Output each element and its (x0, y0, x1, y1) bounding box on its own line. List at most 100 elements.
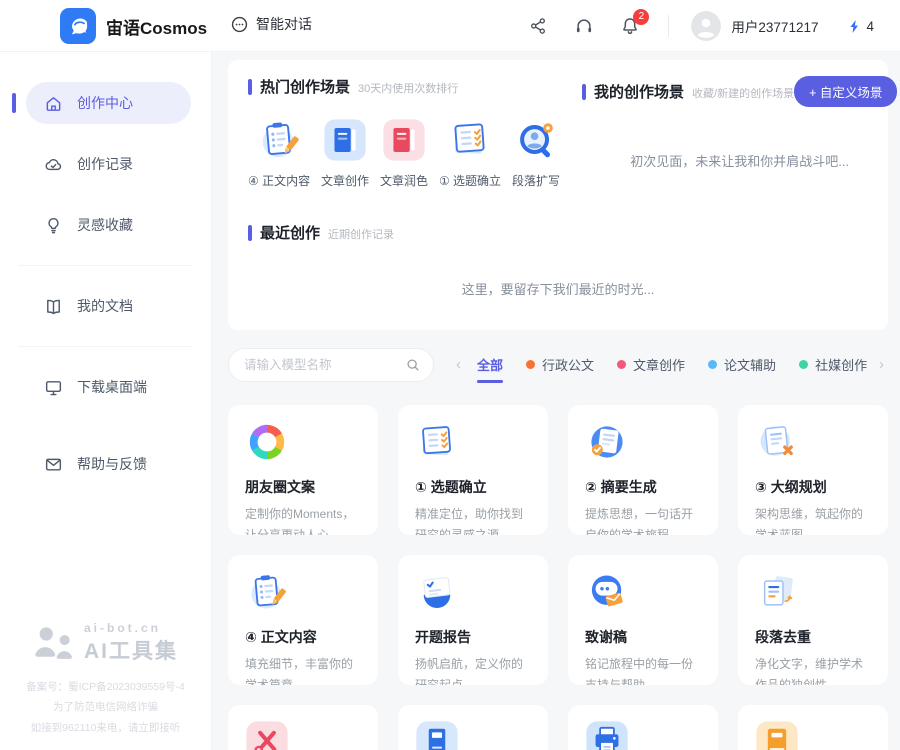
sidebar-item-label: 下载桌面端 (77, 377, 147, 397)
hot-scene-body-content[interactable]: ④ 正文内容 (248, 117, 310, 189)
model-card-grid: 朋友圈文案 定制你的Moments，让分享更动人心 ① 选题确立 精准定位，助你… (228, 405, 888, 750)
ai-toolset-logo-icon (33, 625, 75, 661)
clipboard-pencil-icon (256, 117, 302, 163)
tab-thesis-assist[interactable]: 论文辅助 (708, 346, 776, 383)
thanks-bubble-icon (585, 570, 629, 614)
sidebar-item-label: 帮助与反馈 (77, 454, 147, 474)
mail-icon (44, 455, 63, 474)
scenes-panel: 热门创作场景 30天内使用次数排行 ④ 正文内容 文章创作 文章润色 (228, 60, 888, 330)
chat-bubble-icon (230, 15, 249, 34)
card-partial[interactable] (228, 705, 378, 750)
sidebar-item-my-documents[interactable]: 我的文档 (26, 285, 191, 327)
energy-indicator[interactable]: 4 (848, 19, 874, 34)
tabs-scroll-right[interactable]: › (875, 356, 888, 373)
headset-icon[interactable] (574, 16, 594, 36)
scissors-icon (245, 720, 289, 750)
model-search-box[interactable] (228, 348, 434, 382)
custom-scene-button[interactable]: + 自定义场景 (794, 76, 897, 107)
header-divider (668, 15, 669, 37)
blue-book-alt-icon (415, 720, 459, 750)
recent-creations-section: 最近创作 近期创作记录 这里，要留存下我们最近的时光... (248, 222, 868, 298)
tab-all[interactable]: 全部 (477, 346, 503, 383)
search-input[interactable] (244, 358, 406, 372)
card-desc: 定制你的Moments，让分享更动人心 (245, 504, 361, 535)
sidebar-footer: ai-bot.cn AI工具集 备案号：蜀ICP备2023039559号-4 为… (0, 621, 211, 738)
card-partial[interactable] (738, 705, 888, 750)
energy-count: 4 (866, 19, 874, 34)
section-subtitle: 收藏/新建的创作场景 (692, 85, 794, 101)
hot-scene-article-polish[interactable]: 文章润色 (380, 117, 428, 189)
card-title: ③ 大纲规划 (755, 477, 871, 497)
hot-scenes-section: 热门创作场景 30天内使用次数排行 ④ 正文内容 文章创作 文章润色 (248, 76, 564, 208)
nav-smart-chat-label: 智能对话 (256, 14, 312, 34)
card-title: ② 摘要生成 (585, 477, 701, 497)
recent-empty-text: 这里，要留存下我们最近的时光... (248, 279, 868, 298)
hot-scene-label: 文章润色 (380, 172, 428, 189)
card-acknowledgement[interactable]: 致谢稿 铭记旅程中的每一份支持与帮助 (568, 555, 718, 685)
card-partial[interactable] (568, 705, 718, 750)
my-scenes-section: 我的创作场景 收藏/新建的创作场景 + 自定义场景 初次见面，未来让我和你并肩战… (564, 76, 897, 208)
sidebar-item-help-feedback[interactable]: 帮助与反馈 (26, 443, 191, 485)
tab-label: 全部 (477, 355, 503, 374)
bell-icon[interactable]: 2 (620, 16, 640, 36)
sidebar-item-creation-center[interactable]: 创作中心 (26, 82, 191, 124)
header-actions: 2 用户23771217 4 (502, 0, 874, 52)
summary-doc-icon (585, 420, 629, 464)
section-title: 我的创作场景 (594, 81, 684, 102)
sidebar-item-creation-history[interactable]: 创作记录 (26, 143, 191, 185)
orange-book-icon (755, 720, 799, 750)
bulb-icon (44, 216, 63, 235)
cloud-icon (44, 155, 63, 174)
search-icon[interactable] (406, 358, 420, 372)
model-filter-bar: ‹ 全部 行政公文 文章创作 论文辅助 社媒创作 (228, 346, 888, 383)
printer-icon (585, 720, 629, 750)
tab-label: 文章创作 (633, 355, 685, 374)
card-moments-copy[interactable]: 朋友圈文案 定制你的Moments，让分享更动人心 (228, 405, 378, 535)
card-abstract-generation[interactable]: ② 摘要生成 提炼思想，一句话开启你的学术旅程 (568, 405, 718, 535)
dedupe-doc-icon (755, 570, 799, 614)
card-title: 段落去重 (755, 627, 871, 647)
icp-line: 如接到962110来电，请立即接听 (0, 718, 211, 738)
tabs-scroll-left[interactable]: ‹ (452, 356, 465, 373)
card-partial[interactable] (398, 705, 548, 750)
card-title: 开题报告 (415, 627, 531, 647)
tab-social-media[interactable]: 社媒创作 (799, 346, 867, 383)
section-accent-bar (582, 84, 586, 100)
card-title: 朋友圈文案 (245, 477, 361, 497)
notification-badge: 2 (633, 9, 649, 25)
card-topic-selection[interactable]: ① 选题确立 精准定位，助你找到研究的灵感之源 (398, 405, 548, 535)
sidebar-divider (18, 346, 193, 347)
card-proposal-report[interactable]: 开题报告 扬帆启航，定义你的研究起点 (398, 555, 548, 685)
card-paragraph-dedupe[interactable]: 段落去重 净化文字，维护学术作品的独创性 (738, 555, 888, 685)
tab-admin-documents[interactable]: 行政公文 (526, 346, 594, 383)
hot-scene-label: 段落扩写 (512, 172, 560, 189)
app-logo-icon (60, 8, 96, 44)
section-title: 热门创作场景 (260, 76, 350, 97)
hot-scene-topic-selection[interactable]: ① 选题确立 (439, 117, 501, 189)
sidebar-item-inspiration[interactable]: 灵感收藏 (26, 204, 191, 246)
main-content: 热门创作场景 30天内使用次数排行 ④ 正文内容 文章创作 文章润色 (212, 52, 900, 750)
card-outline-planning[interactable]: ③ 大纲规划 架构思维，筑起你的学术蓝图 (738, 405, 888, 535)
nav-smart-chat[interactable]: 智能对话 (230, 14, 312, 34)
card-body-content[interactable]: ④ 正文内容 填充细节，丰富你的学术篇章 (228, 555, 378, 685)
card-desc: 铭记旅程中的每一份支持与帮助 (585, 654, 701, 685)
hot-scene-article-writing[interactable]: 文章创作 (321, 117, 369, 189)
hot-scene-paragraph-expand[interactable]: 段落扩写 (512, 117, 560, 189)
card-title: ① 选题确立 (415, 477, 531, 497)
category-dot (617, 360, 626, 369)
lightning-icon (848, 19, 861, 34)
card-desc: 架构思维，筑起你的学术蓝图 (755, 504, 871, 535)
footer-brand[interactable]: ai-bot.cn AI工具集 (0, 621, 211, 665)
section-subtitle: 近期创作记录 (328, 226, 394, 242)
tab-article-writing[interactable]: 文章创作 (617, 346, 685, 383)
outline-doc-icon (755, 420, 799, 464)
share-icon[interactable] (528, 16, 548, 36)
footer-brand-name: AI工具集 (84, 635, 178, 665)
sidebar: 创作中心 创作记录 灵感收藏 我的文档 下载桌面端 帮助与反馈 ai-bo (0, 52, 212, 750)
app-brand[interactable]: 宙语Cosmos (60, 8, 207, 44)
sidebar-item-desktop-download[interactable]: 下载桌面端 (26, 366, 191, 408)
magnifier-person-icon (513, 117, 559, 163)
hot-scene-label: ① 选题确立 (439, 172, 501, 189)
avatar[interactable] (691, 11, 721, 41)
section-accent-bar (248, 79, 252, 95)
